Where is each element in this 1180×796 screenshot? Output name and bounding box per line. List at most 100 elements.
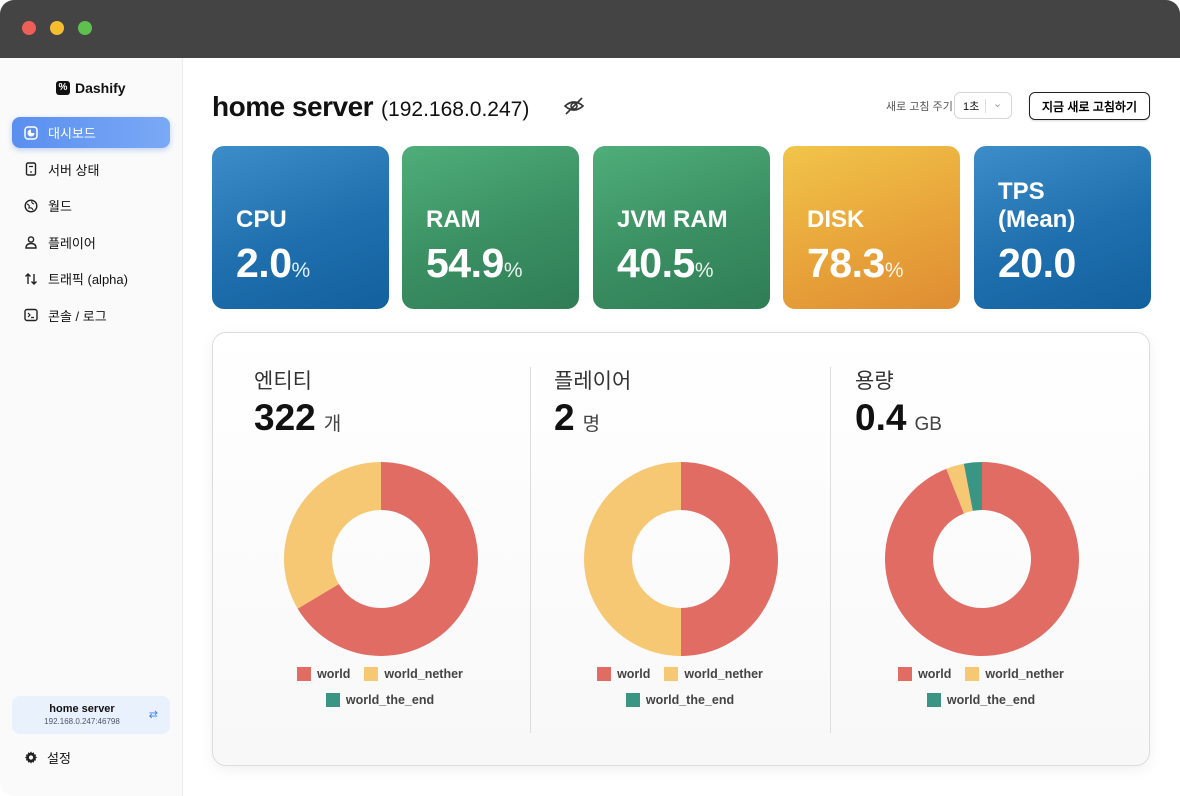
minimize-window-button[interactable]: [50, 21, 64, 35]
server-title: home server: [212, 91, 374, 122]
legend-swatch: [664, 667, 679, 681]
world-stats-panel: 엔티티 322 개 world world_nether world_the_end…: [212, 332, 1150, 766]
metric-unit: %: [884, 259, 904, 282]
legend-item-world_nether[interactable]: world_nether: [965, 667, 1064, 681]
stat-title: 플레이어: [554, 370, 632, 393]
sidebar-item-traffic[interactable]: 트래픽 (alpha): [12, 263, 170, 294]
donut-chart[interactable]: [884, 461, 1080, 657]
sidebar-item-label: 트래픽 (alpha): [48, 272, 128, 287]
metric-sublabel: (Mean): [998, 206, 1076, 233]
donut-slice-world_nether[interactable]: [584, 462, 681, 656]
donut-slice-world_nether[interactable]: [284, 462, 381, 609]
server-ip: (192.168.0.247): [381, 98, 530, 121]
legend-label: world: [617, 667, 651, 681]
sidebar-item-world[interactable]: 월드: [12, 190, 170, 221]
brand-name: Dashify: [75, 80, 126, 96]
legend-swatch: [297, 667, 312, 681]
legend-swatch: [625, 693, 640, 707]
stat-number: 0.4: [855, 397, 907, 438]
metric-card-tps: TPS (Mean) 20.0: [974, 146, 1151, 309]
legend-item-world[interactable]: world: [297, 667, 350, 681]
server-selector[interactable]: home server 192.168.0.247:46798 ⇄: [12, 696, 170, 734]
legend-item-world_the_end[interactable]: world_the_end: [325, 693, 434, 707]
legend-item-world_the_end[interactable]: world_the_end: [625, 693, 735, 707]
sidebar-item-console-log[interactable]: 콘솔 / 로그: [12, 300, 170, 331]
title-bar: [0, 0, 1180, 58]
legend-item-world[interactable]: world: [898, 667, 951, 681]
brand-logo[interactable]: % Dashify: [56, 78, 126, 98]
metric-unit: %: [291, 259, 311, 282]
chart-legend: world world_nether world_the_end: [230, 667, 530, 719]
legend-swatch: [364, 667, 379, 681]
legend-label: world_nether: [985, 667, 1064, 681]
metric-card-ram: RAM 54.9%: [402, 146, 579, 309]
sidebar-item-label: 서버 상태: [48, 162, 100, 178]
legend-row: world_the_end: [530, 693, 830, 707]
eye-off-icon[interactable]: [563, 95, 585, 117]
stat-unit: GB: [914, 414, 942, 435]
donut-slice-world[interactable]: [681, 462, 779, 656]
stat-column-entities: 엔티티 322 개 world world_nether world_the_end: [213, 333, 513, 767]
zoom-window-button[interactable]: [78, 21, 92, 35]
legend-label: world_the_end: [645, 693, 735, 707]
legend-label: world: [918, 667, 952, 681]
stat-column-players: 플레이어 2 명 world world_nether world_the_end: [513, 333, 813, 767]
sidebar-item-label: 콘솔 / 로그: [48, 308, 107, 324]
stat-title: 용량: [855, 370, 894, 393]
chevron-down-icon: ⌄: [993, 98, 1003, 110]
metric-value: 2.0%: [236, 240, 310, 287]
sidebar-item-players[interactable]: 플레이어: [12, 227, 170, 258]
page-title: home server (192.168.0.247): [212, 91, 529, 123]
sidebar-nav: 대시보드 서버 상태 월드 플레이어 트래픽 (alpha) 콘솔 / 로그: [12, 117, 170, 336]
metric-value: 20.0: [998, 240, 1076, 287]
globe-icon: [24, 198, 38, 213]
stat-value: 2 명: [554, 397, 600, 439]
metric-number: 54.9: [426, 240, 504, 286]
stat-value: 322 개: [254, 397, 341, 439]
main-content: home server (192.168.0.247) 새로 고침 주기 1초 …: [183, 58, 1180, 796]
donut-slice-world[interactable]: [885, 462, 1079, 656]
legend-item-world_nether[interactable]: world_nether: [364, 667, 463, 681]
legend-swatch: [898, 667, 913, 681]
legend-label: world_nether: [384, 667, 463, 681]
donut-chart[interactable]: [583, 461, 779, 657]
metric-unit: %: [503, 259, 523, 282]
stat-number: 2: [554, 397, 575, 438]
legend-item-world_nether[interactable]: world_nether: [664, 667, 763, 681]
legend-item-world_the_end[interactable]: world_the_end: [926, 693, 1035, 707]
close-window-button[interactable]: [22, 21, 36, 35]
legend-item-world[interactable]: world: [597, 667, 650, 681]
sidebar-item-server-status[interactable]: 서버 상태: [12, 154, 170, 185]
metric-label: JVM RAM: [617, 206, 728, 233]
legend-row: world world_nether: [230, 667, 530, 681]
metric-value: 40.5%: [617, 240, 714, 287]
settings-label: 설정: [47, 751, 71, 766]
metric-number: 40.5: [617, 240, 695, 286]
stat-unit: 개: [323, 414, 342, 435]
metric-card-cpu: CPU 2.0%: [212, 146, 389, 309]
user-icon: [24, 235, 38, 249]
refresh-interval-value: 1초: [963, 100, 980, 113]
dashboard-icon: [24, 125, 38, 140]
legend-swatch: [926, 693, 941, 707]
switch-icon[interactable]: ⇄: [149, 708, 158, 721]
refresh-interval-select[interactable]: 1초 ⌄: [954, 92, 1012, 119]
sidebar-item-settings[interactable]: 설정: [24, 748, 71, 767]
refresh-now-button[interactable]: 지금 새로 고침하기: [1029, 92, 1150, 120]
legend-row: world_the_end: [831, 693, 1131, 707]
donut-chart[interactable]: [283, 461, 479, 657]
sidebar: % Dashify 대시보드 서버 상태 월드 플레이어 트래픽 (alpha)…: [0, 58, 183, 796]
metric-card-disk: DISK 78.3%: [783, 146, 960, 309]
sidebar-item-dashboard[interactable]: 대시보드: [12, 117, 170, 148]
sidebar-item-label: 월드: [48, 199, 72, 214]
server-icon: [24, 162, 38, 176]
metric-label: TPS: [998, 178, 1045, 205]
metric-value: 78.3%: [807, 240, 904, 287]
chart-legend: world world_nether world_the_end: [530, 667, 830, 719]
dashify-logo-icon: %: [56, 81, 70, 95]
gear-icon: [24, 751, 38, 765]
legend-swatch: [965, 667, 980, 681]
server-name: home server: [49, 703, 115, 715]
legend-row: world_the_end: [230, 693, 530, 707]
metric-number: 78.3: [807, 240, 885, 286]
